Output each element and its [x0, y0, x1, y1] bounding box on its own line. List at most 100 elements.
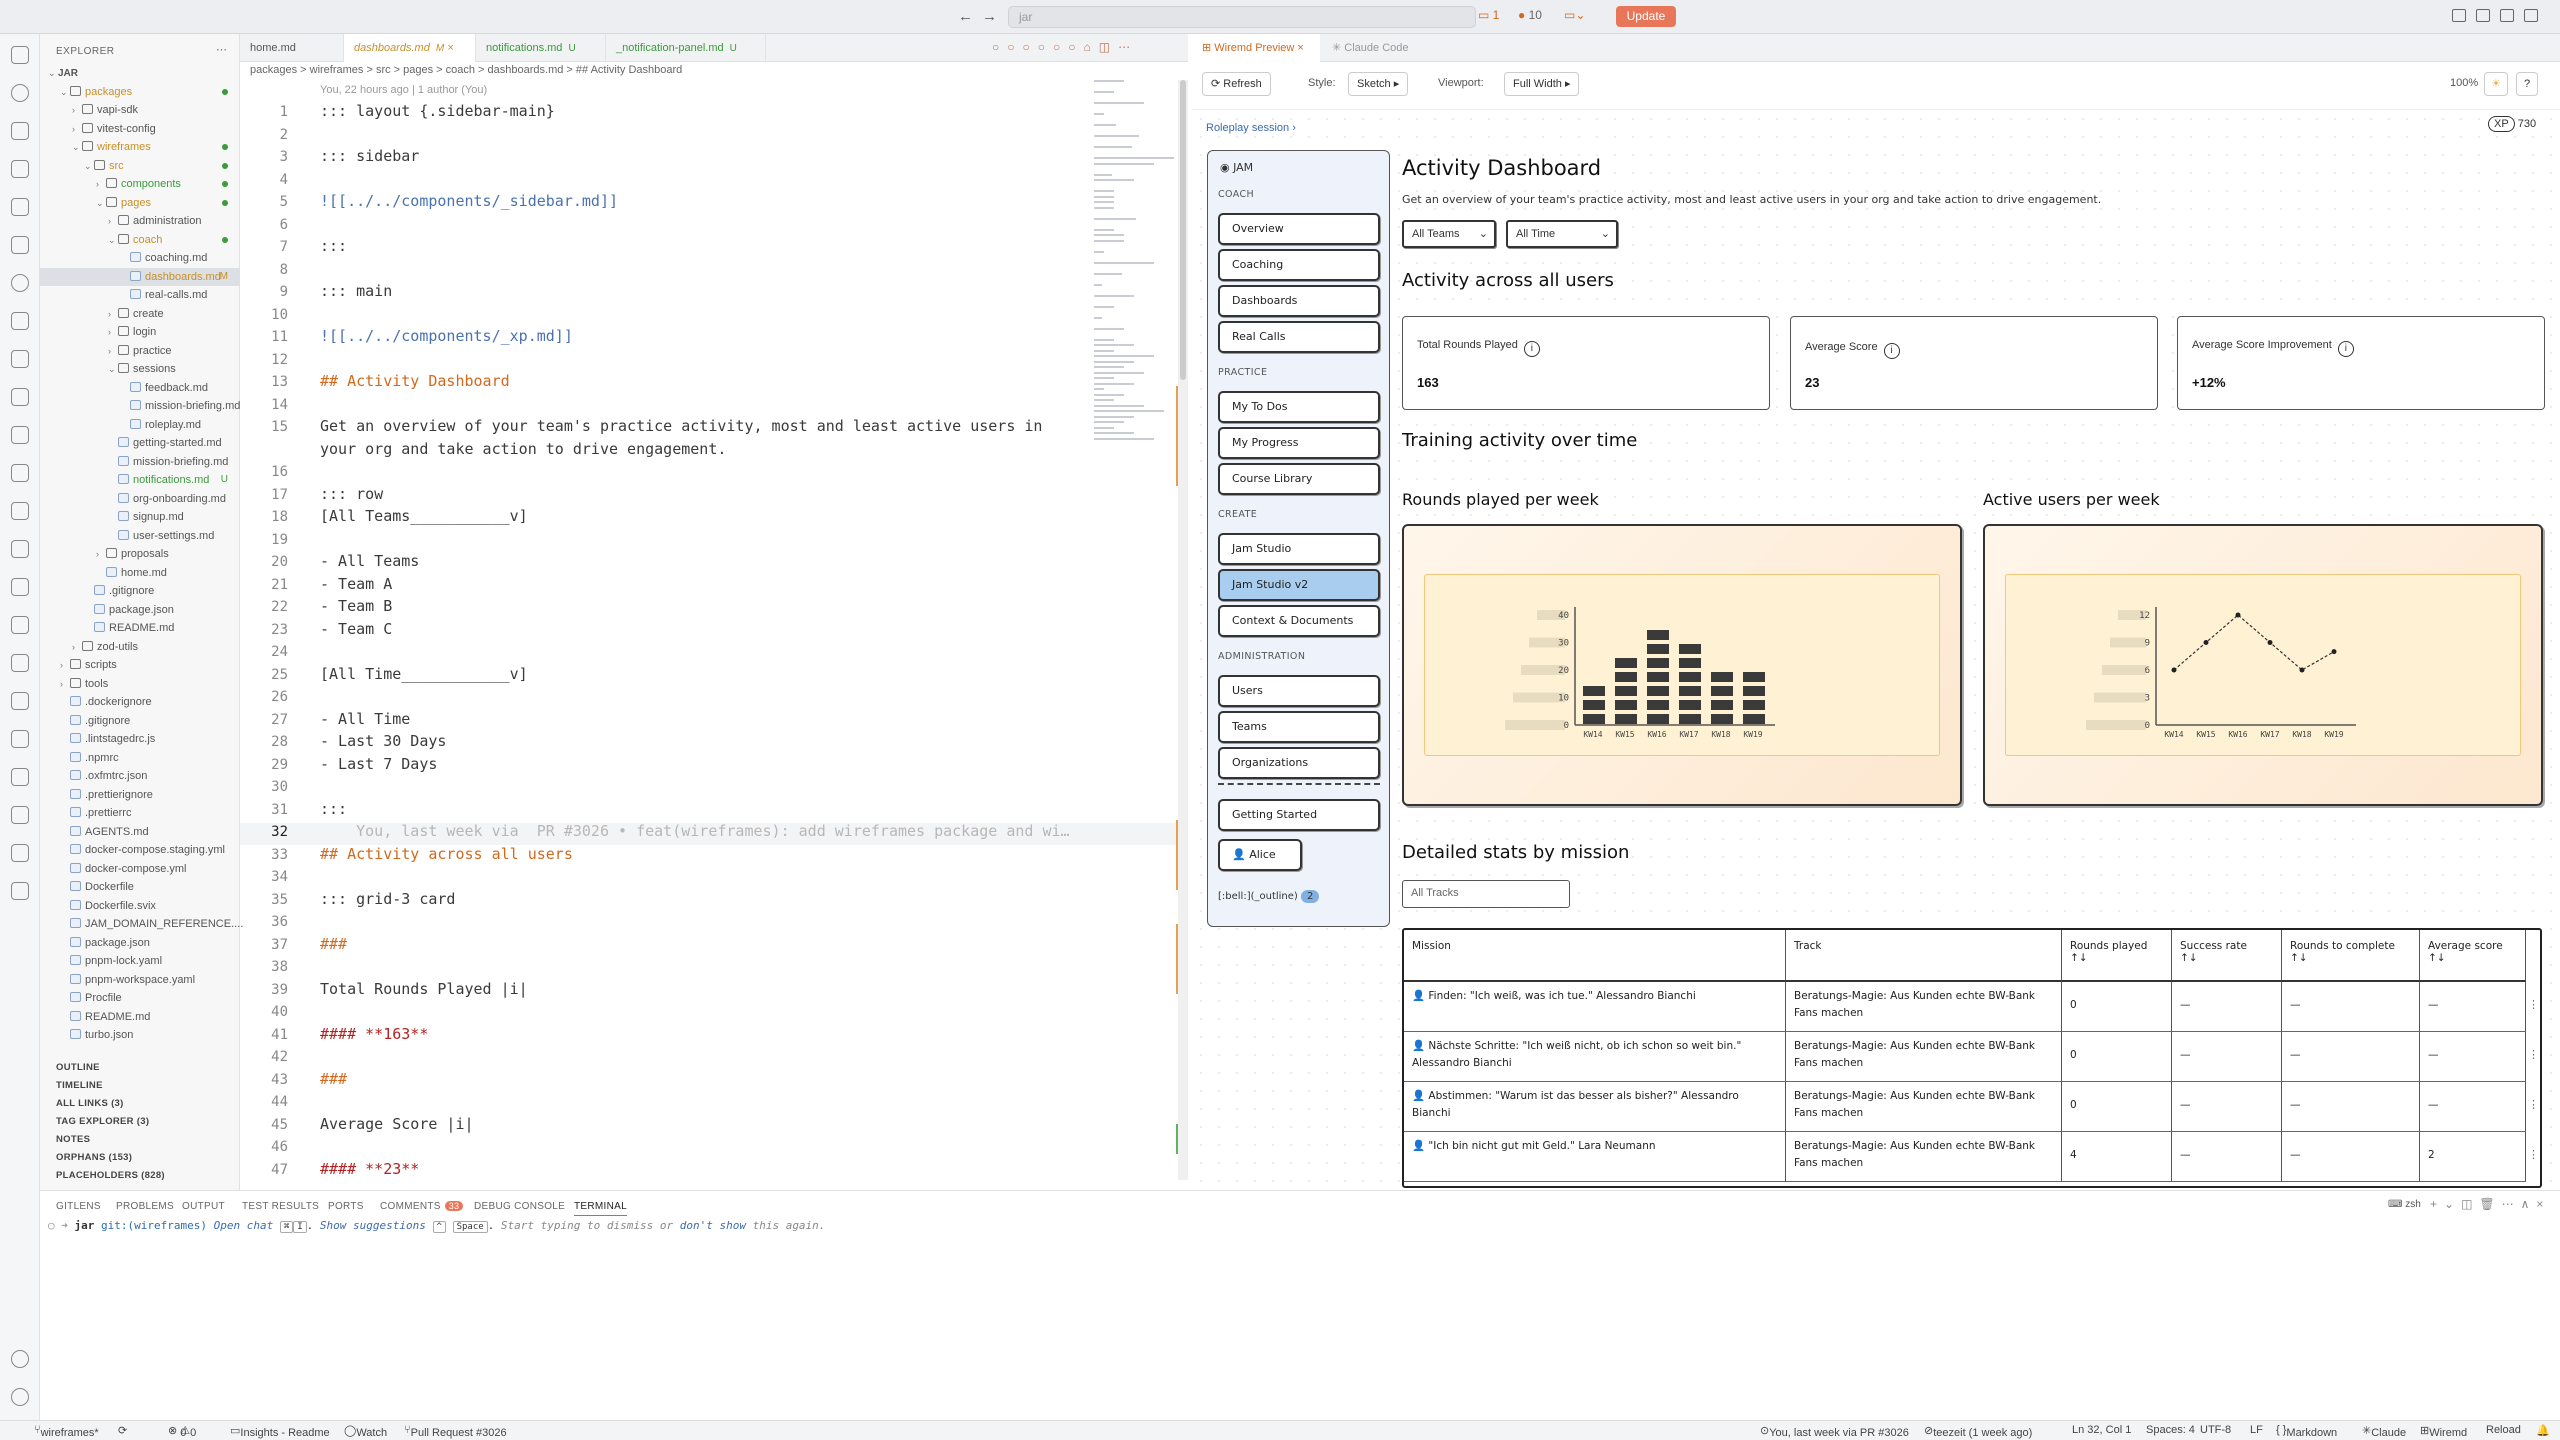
code-line[interactable]: - Team A: [320, 575, 392, 593]
code-line[interactable]: - Team B: [320, 597, 392, 615]
folder-item[interactable]: ⌄ sessions: [40, 360, 240, 378]
table-icon[interactable]: [11, 806, 29, 824]
forward-arrow-icon[interactable]: →: [982, 8, 997, 25]
panel-tab-output[interactable]: OUTPUT: [182, 1201, 225, 1212]
explorer-section[interactable]: PLACEHOLDERS (828): [56, 1170, 165, 1181]
code-icon[interactable]: [11, 730, 29, 748]
bookmark-icon[interactable]: [11, 502, 29, 520]
pull-request-item[interactable]: ⑂ Pull Request #3026: [404, 1424, 507, 1439]
encoding[interactable]: UTF-8: [2200, 1424, 2231, 1436]
sidebar-item-coaching[interactable]: Coaching: [1218, 249, 1380, 281]
file-item[interactable]: package.json: [40, 934, 240, 952]
file-item[interactable]: home.md: [40, 564, 240, 582]
file-item[interactable]: README.md: [40, 619, 240, 637]
tab-claude-code[interactable]: ✳ Claude Code: [1322, 34, 1432, 62]
folder-item[interactable]: › zod-utils: [40, 638, 240, 656]
sun-icon[interactable]: ☀: [2484, 72, 2508, 96]
row-menu-icon[interactable]: ⋮: [2528, 1148, 2539, 1161]
file-item[interactable]: Dockerfile: [40, 878, 240, 896]
folder-item[interactable]: › administration: [40, 212, 240, 230]
folder-item[interactable]: ⌄ src: [40, 157, 240, 175]
source-control-icon[interactable]: [11, 122, 29, 140]
minimap[interactable]: [1090, 80, 1182, 480]
file-item[interactable]: signup.md: [40, 508, 240, 526]
viewport-select[interactable]: Full Width ▸: [1504, 72, 1580, 96]
info-icon[interactable]: i: [1523, 341, 1540, 357]
file-item[interactable]: turbo.json: [40, 1026, 240, 1044]
column-header[interactable]: Mission: [1404, 930, 1786, 982]
layout-grid-icon[interactable]: [2452, 9, 2466, 22]
chat-icon[interactable]: ▭⌄: [1564, 8, 1585, 22]
code-line[interactable]: - Last 7 Days: [320, 755, 437, 773]
column-header[interactable]: Track: [1786, 930, 2062, 982]
code-line[interactable]: ::: grid-3 card: [320, 890, 455, 908]
settings-sync-icon[interactable]: [11, 464, 29, 482]
terminal-prompt[interactable]: ○ ➜ jar git:(wireframes) Open chat ⌘ I. S…: [48, 1219, 825, 1233]
panel-tab-terminal[interactable]: TERMINAL: [574, 1201, 627, 1216]
back-arrow-icon[interactable]: ←: [958, 8, 973, 25]
code-line[interactable]: ::: layout {.sidebar-main}: [320, 102, 555, 120]
sidebar-item-users[interactable]: Users: [1218, 675, 1380, 707]
line-endings[interactable]: LF: [2250, 1424, 2263, 1436]
tab-notification-panel-md[interactable]: _notification-panel.md U: [606, 34, 766, 62]
explorer-section[interactable]: ORPHANS (153): [56, 1152, 132, 1163]
run-debug-icon[interactable]: [11, 198, 29, 216]
explorer-section[interactable]: ALL LINKS (3): [56, 1098, 124, 1109]
code-line[interactable]: - All Time: [320, 710, 410, 728]
user-button-alice[interactable]: 👤 Alice: [1218, 839, 1302, 871]
code-line[interactable]: :::: [320, 800, 347, 818]
gitlens-icon[interactable]: [11, 350, 29, 368]
search-icon[interactable]: [11, 84, 29, 102]
style-select[interactable]: Sketch ▸: [1348, 72, 1409, 96]
panel-tab-problems[interactable]: PROBLEMS: [116, 1201, 174, 1212]
code-line[interactable]: ![[../../components/_sidebar.md]]: [320, 192, 618, 210]
copilot-icon[interactable]: [11, 882, 29, 900]
file-item[interactable]: .lintstagedrc.js: [40, 730, 240, 748]
tab-home-md[interactable]: home.md: [240, 34, 344, 62]
code-line[interactable]: [All Teams___________v]: [320, 507, 528, 525]
code-line[interactable]: ::: main: [320, 282, 392, 300]
explorer-section[interactable]: TAG EXPLORER (3): [56, 1116, 149, 1127]
file-item[interactable]: .gitignore: [40, 582, 240, 600]
panel-tab-test-results[interactable]: TEST RESULTS: [242, 1201, 319, 1212]
file-item[interactable]: AGENTS.md: [40, 823, 240, 841]
code-line[interactable]: - All Teams: [320, 552, 419, 570]
notification-bell[interactable]: [:bell:](_outline) 2: [1218, 890, 1320, 903]
folder-item[interactable]: › practice: [40, 342, 240, 360]
sidebar-item-jam-studio-v2[interactable]: Jam Studio v2: [1218, 569, 1380, 601]
file-item[interactable]: pnpm-lock.yaml: [40, 952, 240, 970]
tracks-filter-input[interactable]: All Tracks: [1402, 880, 1570, 908]
file-item[interactable]: notifications.md U: [40, 471, 240, 489]
database-icon[interactable]: [11, 426, 29, 444]
code-line[interactable]: ###: [320, 1070, 347, 1088]
ai-chat-icon[interactable]: [11, 844, 29, 862]
folder-item[interactable]: › scripts: [40, 656, 240, 674]
branch-indicator[interactable]: ⑂ wireframes*: [34, 1424, 99, 1439]
sidebar-item-teams[interactable]: Teams: [1218, 711, 1380, 743]
folder-item[interactable]: ⌄ JAR: [40, 64, 240, 82]
file-item[interactable]: docker-compose.yml: [40, 860, 240, 878]
watch-item[interactable]: ◯ Watch: [344, 1424, 387, 1439]
info-icon[interactable]: i: [2337, 341, 2354, 357]
sidebar-item-course-library[interactable]: Course Library: [1218, 463, 1380, 495]
sidebar-item-context-documents[interactable]: Context & Documents: [1218, 605, 1380, 637]
file-item[interactable]: mission-briefing.md: [40, 453, 240, 471]
file-item[interactable]: README.md: [40, 1008, 240, 1026]
tab-dashboards-md[interactable]: dashboards.md M ×: [344, 34, 476, 62]
panel-tab-gitlens[interactable]: GITLENS: [56, 1201, 101, 1212]
insights-item[interactable]: ▭ Insights - Readme: [230, 1424, 330, 1439]
file-item[interactable]: mission-briefing.md: [40, 397, 240, 415]
graph-icon[interactable]: [11, 768, 29, 786]
github-icon[interactable]: [11, 274, 29, 292]
refresh-button[interactable]: ⟳ Refresh: [1202, 72, 1271, 96]
toggle-secondary-sidebar-icon[interactable]: [2524, 9, 2538, 22]
explorer-section[interactable]: OUTLINE: [56, 1062, 100, 1073]
update-button[interactable]: Update: [1616, 6, 1676, 27]
code-line[interactable]: ![[../../components/_xp.md]]: [320, 327, 573, 345]
info-icon[interactable]: i: [1883, 343, 1900, 359]
code-line[interactable]: Total Rounds Played |i|: [320, 980, 528, 998]
scrollbar-thumb[interactable]: [1180, 80, 1186, 380]
breadcrumb[interactable]: packages > wireframes > src > pages > co…: [250, 64, 682, 76]
folder-item[interactable]: ⌄ pages: [40, 194, 240, 212]
file-item[interactable]: feedback.md: [40, 379, 240, 397]
